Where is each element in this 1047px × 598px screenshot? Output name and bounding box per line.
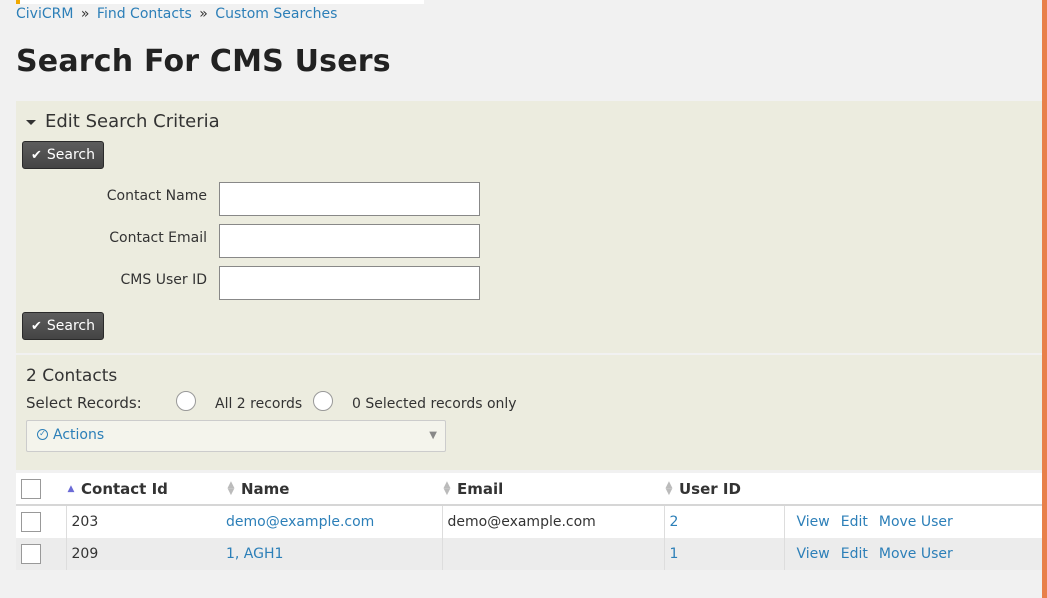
column-label: Contact Id — [81, 479, 168, 498]
contact-id-cell: 209 — [65, 538, 226, 570]
breadcrumb-separator: » — [199, 6, 208, 22]
radio-selected-records-label: 0 Selected records only — [352, 396, 517, 412]
row-action-links: View Edit Move User — [783, 505, 1042, 538]
column-label: User ID — [679, 479, 741, 498]
breadcrumb: CiviCRM » Find Contacts » Custom Searche… — [16, 6, 337, 22]
contact-email-label: Contact Email — [109, 230, 207, 246]
checkmark-icon: ✔ — [31, 318, 42, 334]
column-label: Email — [457, 479, 504, 498]
table-header-row: ▲ Contact Id ▲ ▼ Name ▲ ▼ Email ▲ ▼ User ID — [16, 473, 1042, 505]
search-button-label: Search — [46, 147, 96, 163]
user-id-link[interactable]: 2 — [670, 514, 679, 530]
collapse-triangle-icon — [26, 119, 36, 125]
sort-icon: ▲ ▼ — [227, 480, 235, 497]
email-cell: demo@example.com — [441, 505, 664, 538]
edit-search-criteria-toggle[interactable]: Edit Search Criteria — [26, 111, 220, 132]
cms-user-id-input[interactable] — [219, 266, 480, 300]
user-id-link[interactable]: 1 — [670, 546, 679, 562]
breadcrumb-civicrm[interactable]: CiviCRM — [16, 6, 73, 22]
breadcrumb-separator: » — [80, 6, 90, 22]
view-link[interactable]: View — [797, 514, 830, 530]
page-title: Search For CMS Users — [16, 44, 391, 79]
sort-asc-icon: ▲ — [67, 483, 75, 494]
sort-icon: ▲ ▼ — [665, 480, 673, 497]
move-user-link[interactable]: Move User — [879, 514, 953, 530]
sort-icon: ▲ ▼ — [443, 480, 451, 497]
contact-name-input[interactable] — [219, 182, 480, 216]
dropdown-caret-icon: ▼ — [429, 430, 437, 441]
top-message-bar — [16, 0, 424, 4]
right-edge-strip — [1042, 0, 1047, 598]
column-header-user-id[interactable]: ▲ ▼ User ID — [664, 473, 784, 505]
radio-all-records-label: All 2 records — [215, 396, 303, 412]
actions-dropdown[interactable]: ✓ Actions ▼ — [26, 420, 446, 452]
column-label: Name — [241, 479, 290, 498]
cms-user-id-label: CMS User ID — [120, 272, 207, 288]
column-header-name[interactable]: ▲ ▼ Name — [226, 473, 442, 505]
circle-check-icon: ✓ — [37, 429, 48, 440]
checkmark-icon: ✔ — [31, 147, 42, 163]
actions-label: Actions — [53, 427, 105, 443]
search-button-top[interactable]: ✔ Search — [22, 141, 105, 169]
contact-name-link[interactable]: demo@example.com — [226, 514, 374, 530]
email-cell — [441, 538, 664, 570]
edit-link[interactable]: Edit — [841, 514, 868, 530]
contact-id-cell: 203 — [65, 505, 226, 538]
contact-name-row: Contact Name — [16, 182, 496, 216]
move-user-link[interactable]: Move User — [879, 546, 953, 562]
select-records-label: Select Records: — [26, 394, 142, 412]
column-header-email[interactable]: ▲ ▼ Email — [442, 473, 664, 505]
table-row: 209 1, AGH1 1 View Edit Move User — [16, 538, 1042, 570]
criteria-header-label: Edit Search Criteria — [45, 111, 220, 132]
breadcrumb-find-contacts[interactable]: Find Contacts — [97, 6, 192, 22]
edit-link[interactable]: Edit — [841, 546, 868, 562]
radio-selected-records[interactable] — [313, 391, 333, 411]
row-action-links: View Edit Move User — [783, 538, 1042, 570]
row-checkbox[interactable] — [21, 512, 41, 532]
row-checkbox[interactable] — [21, 544, 41, 564]
contact-name-label: Contact Name — [106, 188, 207, 204]
column-header-actions — [784, 473, 1042, 505]
view-link[interactable]: View — [797, 546, 830, 562]
results-count: 2 Contacts — [26, 366, 118, 386]
radio-all-records[interactable] — [176, 391, 196, 411]
table-row: 203 demo@example.com demo@example.com 2 … — [16, 505, 1042, 538]
results-table: ▲ Contact Id ▲ ▼ Name ▲ ▼ Email ▲ ▼ User ID 203… — [16, 473, 1042, 570]
cms-user-id-row: CMS User ID — [16, 266, 496, 300]
search-button-label: Search — [46, 318, 96, 334]
contact-email-row: Contact Email — [16, 224, 496, 258]
search-criteria-panel: Edit Search Criteria ✔ Search Contact Na… — [16, 101, 1042, 353]
breadcrumb-custom-searches[interactable]: Custom Searches — [215, 6, 337, 22]
select-all-checkbox[interactable] — [21, 478, 41, 499]
contact-name-link[interactable]: 1, AGH1 — [226, 546, 283, 562]
column-header-contact-id[interactable]: ▲ Contact Id — [66, 473, 226, 505]
search-button-bottom[interactable]: ✔ Search — [22, 312, 105, 340]
contact-email-input[interactable] — [219, 224, 480, 258]
results-panel: 2 Contacts Select Records: All 2 records… — [16, 355, 1042, 470]
